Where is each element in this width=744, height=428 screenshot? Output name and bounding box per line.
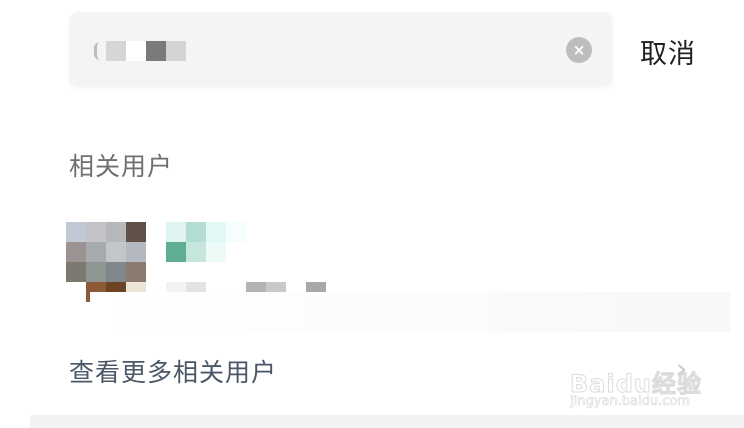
query-mosaic-lead — [94, 42, 106, 60]
search-input[interactable]: × — [70, 12, 612, 86]
baidu-jingyan-watermark: Baidu经验 jingyan.baidu.com — [570, 346, 720, 412]
view-more-related-users-link[interactable]: 查看更多相关用户 — [69, 353, 277, 389]
avatar-mosaic-cell — [126, 242, 146, 262]
avatar-mosaic-cell — [106, 242, 126, 262]
avatar-mosaic-cell — [86, 262, 106, 282]
name-mosaic-cell — [186, 222, 206, 242]
avatar-mosaic-cell — [86, 222, 106, 242]
name-mosaic-cell — [186, 242, 206, 262]
avatar-mosaic-cell — [126, 222, 146, 242]
name-mosaic-cell — [206, 242, 226, 262]
clear-search-icon[interactable]: × — [566, 37, 592, 63]
avatar-mosaic-cell — [86, 242, 106, 262]
search-results-page: × 取消 相关用户 查看更多相关用户 › Baidu经验 jingyan.bai… — [0, 0, 744, 428]
name-mosaic-cell — [226, 242, 246, 262]
query-mosaic-cell — [166, 41, 186, 61]
section-divider — [30, 415, 744, 428]
avatar-mosaic-cell — [126, 262, 146, 282]
query-mosaic-cell — [106, 41, 126, 61]
name-mosaic-cell — [166, 242, 186, 262]
cancel-button[interactable]: 取消 — [640, 32, 696, 71]
background-shade — [90, 292, 730, 332]
query-mosaic-cell — [126, 41, 146, 61]
user-name — [166, 222, 246, 262]
query-mosaic-cell — [146, 41, 166, 61]
avatar-mosaic-cell — [106, 222, 126, 242]
related-users-heading: 相关用户 — [69, 152, 174, 181]
watermark-url: jingyan.baidu.com — [570, 394, 691, 410]
avatar-mosaic-cell — [66, 282, 86, 302]
avatar[interactable] — [66, 222, 148, 302]
avatar-mosaic-cell — [66, 262, 86, 282]
avatar-mosaic-cell — [66, 222, 86, 242]
avatar-mosaic-cell — [106, 262, 126, 282]
name-mosaic-cell — [226, 222, 246, 242]
name-mosaic-cell — [166, 222, 186, 242]
avatar-mosaic-cell — [66, 242, 86, 262]
search-query-text — [94, 40, 186, 62]
name-mosaic-cell — [206, 222, 226, 242]
